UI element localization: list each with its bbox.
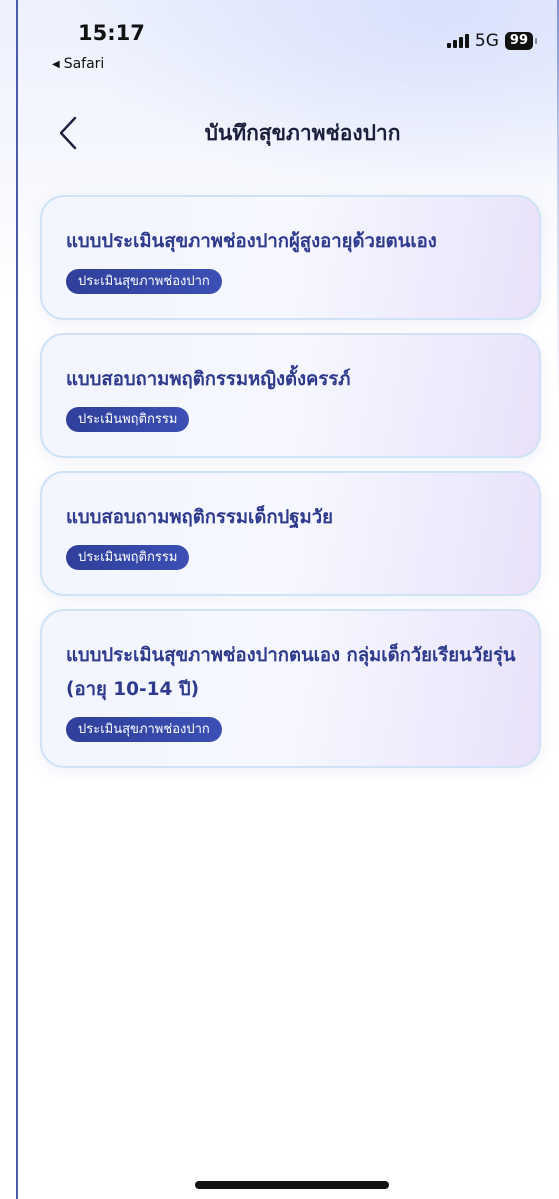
frame-left-edge [16,0,18,1199]
form-card[interactable]: แบบประเมินสุขภาพช่องปากตนเอง กลุ่มเด็กวั… [40,609,541,768]
form-category-tag: ประเมินสุขภาพช่องปาก [66,269,222,294]
form-card[interactable]: แบบประเมินสุขภาพช่องปากผู้สูงอายุด้วยตนเ… [40,195,541,320]
form-card-title: แบบประเมินสุขภาพช่องปากผู้สูงอายุด้วยตนเ… [66,231,437,252]
form-category-tag: ประเมินพฤติกรรม [66,545,190,570]
page-title: บันทึกสุขภาพช่องปาก [204,121,401,145]
network-type: 5G [474,31,499,51]
battery-icon: 99 [504,32,533,50]
home-indicator[interactable] [195,1181,389,1189]
status-bar: 15:17 ◀ Safari 5G 99 [18,0,557,80]
form-card-title: แบบสอบถามพฤติกรรมหญิงตั้งครรภ์ [66,369,351,390]
back-app-label: Safari [63,56,105,72]
battery-tip [535,38,537,44]
app-screen: 15:17 ◀ Safari 5G 99 บันทึกสุขภาพช่องปาก [0,0,559,1199]
form-card-title: แบบประเมินสุขภาพช่องปากตนเอง กลุ่มเด็กวั… [66,645,516,700]
back-triangle-icon: ◀ [52,58,60,70]
back-to-app-link[interactable]: ◀ Safari [52,56,104,72]
form-card[interactable]: แบบสอบถามพฤติกรรมหญิงตั้งครรภ์ ประเมินพฤ… [40,333,541,458]
form-category-tag: ประเมินสุขภาพช่องปาก [66,717,222,742]
form-card-title: แบบสอบถามพฤติกรรมเด็กปฐมวัย [66,507,333,528]
signal-bars-icon [446,34,469,48]
form-category-tag: ประเมินพฤติกรรม [66,407,190,432]
status-time: 15:17 [78,21,145,45]
navigation-bar: บันทึกสุขภาพช่องปาก [18,105,557,157]
form-list: แบบประเมินสุขภาพช่องปากผู้สูงอายุด้วยตนเ… [40,195,541,768]
status-indicators: 5G 99 [446,31,537,51]
form-card[interactable]: แบบสอบถามพฤติกรรมเด็กปฐมวัย ประเมินพฤติก… [40,471,541,596]
